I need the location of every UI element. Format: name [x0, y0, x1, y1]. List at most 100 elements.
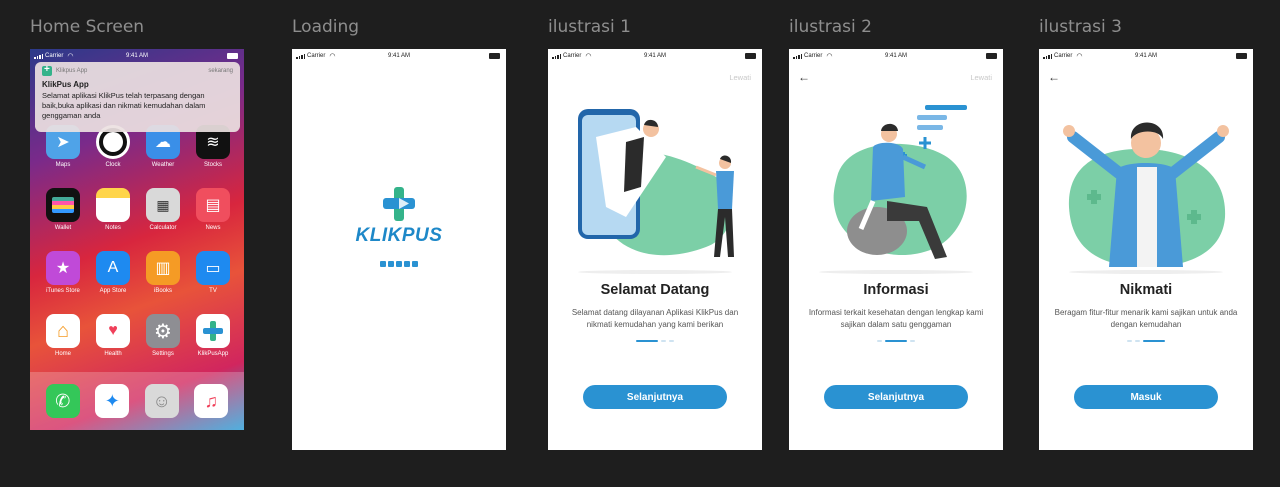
status-bar: Carrier ◠ 9:41 AM — [789, 49, 1003, 63]
welcome-illustration — [578, 109, 734, 257]
app-settings[interactable]: ⚙ Settings — [138, 314, 188, 357]
app-news[interactable]: ▤ News — [188, 188, 238, 231]
onboarding-description: Selamat datang dilayanan Aplikasi KlikPu… — [571, 308, 739, 329]
wifi-icon: ◠ — [585, 53, 592, 60]
signal-icon — [793, 53, 802, 59]
itunes-store-icon: ★ — [46, 251, 80, 285]
wallet-icon — [46, 188, 80, 222]
frame-label-ilustrasi-1: ilustrasi 1 — [548, 17, 631, 37]
tv-icon: ▭ — [196, 251, 230, 285]
page-indicator — [1039, 340, 1253, 342]
status-time: 9:41 AM — [643, 53, 667, 59]
carrier-label: Carrier — [804, 53, 823, 59]
onboarding-1-frame: Carrier ◠ 9:41 AM Lewati Selamat Datang … — [548, 49, 762, 450]
dock: ✆ ✦ ☺ ♫ — [30, 372, 244, 430]
app-label: Health — [104, 351, 122, 357]
enjoy-illustration — [1063, 122, 1229, 267]
contacts-icon[interactable]: ☺ — [144, 384, 179, 418]
signal-icon — [552, 53, 561, 59]
app-notes[interactable]: Notes — [88, 188, 138, 231]
app-label: iTunes Store — [46, 288, 80, 294]
illustration-shadow — [819, 270, 973, 274]
ibooks-icon: ▥ — [146, 251, 180, 285]
carrier-label: Carrier — [563, 53, 582, 59]
frame-label-ilustrasi-2: ilustrasi 2 — [789, 17, 872, 37]
frame-label-ilustrasi-3: ilustrasi 3 — [1039, 17, 1122, 37]
safari-icon[interactable]: ✦ — [95, 384, 130, 418]
app-home[interactable]: ⌂ Home — [38, 314, 88, 357]
carrier-label: Carrier — [1054, 53, 1073, 59]
back-arrow-icon[interactable]: ← — [798, 70, 810, 84]
app-label: Calculator — [149, 225, 177, 231]
back-arrow-icon[interactable]: ← — [1048, 70, 1060, 84]
notification-app-name: Klikpus App — [56, 68, 88, 74]
push-notification[interactable]: Klikpus App sekarang KlikPus App Selamat… — [35, 62, 240, 132]
app-tv[interactable]: ▭ TV — [188, 251, 238, 294]
brand-wordmark: KLIKPUS — [355, 225, 443, 246]
battery-icon — [986, 53, 997, 59]
notification-title: KlikPus App — [42, 80, 89, 89]
battery-icon — [227, 53, 238, 59]
home-screen-frame: Carrier ◠ 9:41 AM ➤ Maps Clock ☁ Weather… — [30, 49, 244, 430]
onboarding-3-frame: Carrier ◠ 9:41 AM ← Nikmati Beragam fitu… — [1039, 49, 1253, 450]
page-indicator — [789, 340, 1003, 342]
onboarding-title: Nikmati — [1119, 282, 1173, 298]
app-ibooks[interactable]: ▥ iBooks — [138, 251, 188, 294]
app-itunes-store[interactable]: ★ iTunes Store — [38, 251, 88, 294]
onboarding-2-frame: Carrier ◠ 9:41 AM ← Lewati Informasi Inf… — [789, 49, 1003, 450]
app-label: Settings — [152, 351, 174, 357]
loading-indicator — [380, 261, 418, 267]
page-indicator — [548, 340, 762, 342]
notification-body: Selamat aplikasi KlikPus telah terpasang… — [42, 91, 206, 121]
status-time: 9:41 AM — [387, 53, 411, 59]
app-klikpus[interactable]: KlikPusApp — [188, 314, 238, 357]
wifi-icon: ◠ — [1076, 53, 1083, 60]
app-health[interactable]: ♥ Health — [88, 314, 138, 357]
notification-time: sekarang — [208, 68, 233, 74]
app-label: Wallet — [54, 225, 72, 231]
health-icon: ♥ — [96, 314, 130, 348]
status-time: 9:41 AM — [125, 53, 149, 59]
next-button[interactable]: Selanjutnya — [824, 385, 968, 409]
app-calculator[interactable]: ▦ Calculator — [138, 188, 188, 231]
onboarding-title: Informasi — [863, 282, 929, 298]
klikpus-app-icon — [196, 314, 230, 348]
home-app-icon: ⌂ — [46, 314, 80, 348]
battery-icon — [1236, 53, 1247, 59]
signal-icon — [34, 53, 43, 59]
app-label: Maps — [55, 162, 71, 168]
klikpus-notification-icon — [42, 64, 52, 76]
app-app-store[interactable]: A App Store — [88, 251, 138, 294]
app-label: Clock — [105, 162, 121, 168]
music-icon[interactable]: ♫ — [194, 384, 229, 418]
onboarding-description: Beragam fitur-fitur menarik kami sajikan… — [1054, 308, 1238, 329]
next-button[interactable]: Selanjutnya — [583, 385, 727, 409]
app-label: KlikPusApp — [197, 351, 229, 357]
app-label: News — [205, 225, 221, 231]
skip-link[interactable]: Lewati — [729, 73, 751, 82]
notes-icon — [96, 188, 130, 222]
calculator-icon: ▦ — [146, 188, 180, 222]
app-label: TV — [209, 288, 217, 294]
splash-logo: KLIKPUS — [292, 187, 506, 267]
frame-label-loading: Loading — [292, 17, 360, 37]
wifi-icon: ◠ — [329, 53, 336, 60]
status-time: 9:41 AM — [884, 53, 908, 59]
onboarding-description: Informasi terkait kesehatan dengan lengk… — [808, 308, 984, 329]
login-button[interactable]: Masuk — [1074, 385, 1218, 409]
carrier-label: Carrier — [45, 53, 64, 59]
status-bar: Carrier ◠ 9:41 AM — [1039, 49, 1253, 63]
app-label: Home — [54, 351, 71, 357]
wifi-icon: ◠ — [826, 53, 833, 60]
app-label: Weather — [151, 162, 175, 168]
wifi-icon: ◠ — [67, 53, 74, 60]
app-store-icon: A — [96, 251, 130, 285]
phone-icon[interactable]: ✆ — [45, 384, 80, 418]
frame-label-home-screen: Home Screen — [30, 17, 145, 37]
carrier-label: Carrier — [307, 53, 326, 59]
news-icon: ▤ — [196, 188, 230, 222]
battery-icon — [489, 53, 500, 59]
skip-link[interactable]: Lewati — [970, 73, 992, 82]
status-bar: Carrier ◠ 9:41 AM — [548, 49, 762, 63]
app-wallet[interactable]: Wallet — [38, 188, 88, 231]
